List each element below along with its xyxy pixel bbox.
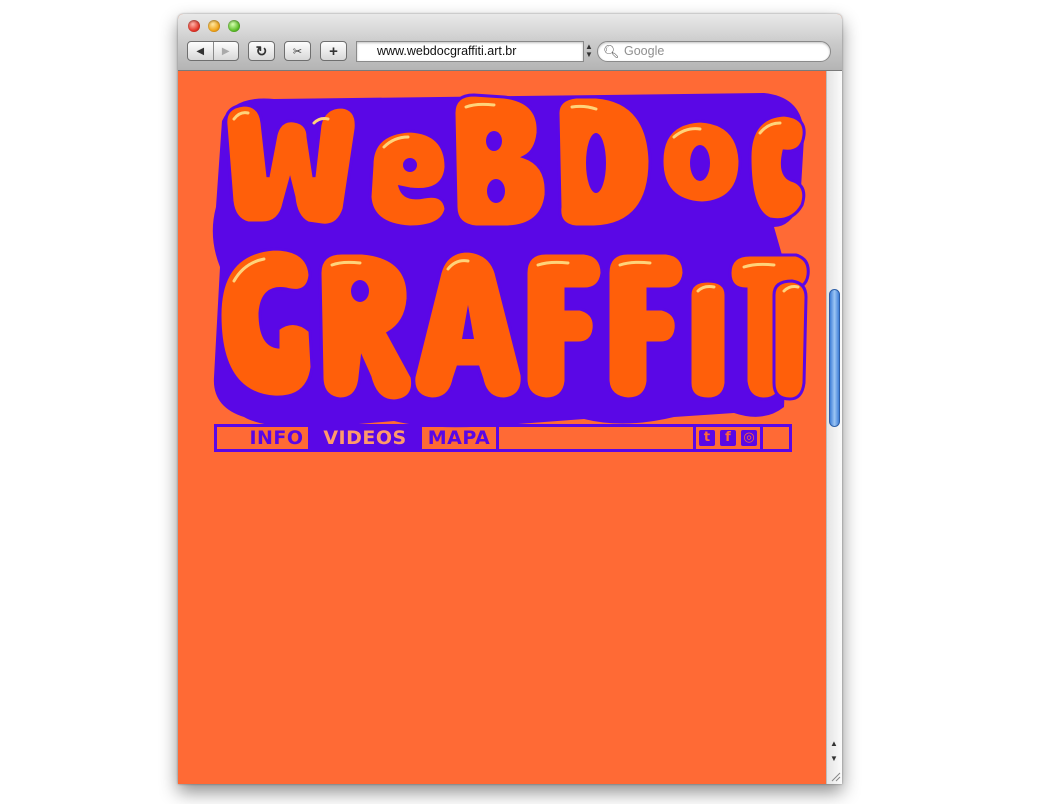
address-bar-menu-icon[interactable]: ▲ ▼ (585, 43, 593, 59)
zoom-window-button[interactable] (228, 20, 240, 32)
search-placeholder: Google (624, 44, 665, 58)
webdoc-graffiti-logo (212, 93, 810, 428)
resize-grip-icon[interactable] (829, 770, 841, 782)
webclip-button[interactable]: ✂ (284, 41, 311, 61)
search-field[interactable]: 🔍︎ Google (597, 41, 831, 62)
page-content: INFO VIDEOS MAPA t f ◎ (178, 71, 826, 784)
browser-toolbar: ◀ ▶ ↻ ✂ + www.webdocgraffiti.art.br ▲ ▼ 🔍… (178, 14, 842, 71)
reload-icon: ↻ (255, 42, 268, 59)
add-bookmark-button[interactable]: + (320, 41, 347, 61)
url-text: www.webdocgraffiti.art.br (377, 44, 517, 58)
forward-arrow-icon[interactable]: ▶ (212, 42, 239, 60)
instagram-icon[interactable]: ◎ (741, 430, 757, 446)
back-forward-buttons: ◀ ▶ (187, 41, 239, 61)
social-links: t f ◎ (693, 427, 763, 449)
scroll-up-icon[interactable]: ▲ (830, 739, 838, 748)
webclip-icon: ✂ (292, 45, 303, 58)
search-icon: 🔍︎ (603, 44, 620, 59)
vertical-scrollbar[interactable]: ▲ ▼ (826, 71, 842, 784)
minimize-window-button[interactable] (208, 20, 220, 32)
scroll-down-icon[interactable]: ▼ (830, 754, 838, 763)
facebook-icon[interactable]: f (720, 430, 736, 446)
plus-icon: + (329, 42, 338, 60)
browser-window: ◀ ▶ ↻ ✂ + www.webdocgraffiti.art.br ▲ ▼ 🔍… (178, 14, 842, 784)
nav-videos-link[interactable]: VIDEOS (311, 427, 419, 449)
main-navigation: INFO VIDEOS MAPA t f ◎ (214, 424, 792, 452)
close-window-button[interactable] (188, 20, 200, 32)
scrollbar-thumb[interactable] (829, 289, 840, 427)
twitter-icon[interactable]: t (699, 430, 715, 446)
back-arrow-icon[interactable]: ◀ (188, 42, 213, 60)
nav-info-link[interactable]: INFO (245, 427, 311, 449)
reload-button[interactable]: ↻ (248, 41, 275, 61)
nav-mapa-link[interactable]: MAPA (419, 427, 499, 449)
address-bar[interactable]: www.webdocgraffiti.art.br (356, 41, 584, 62)
